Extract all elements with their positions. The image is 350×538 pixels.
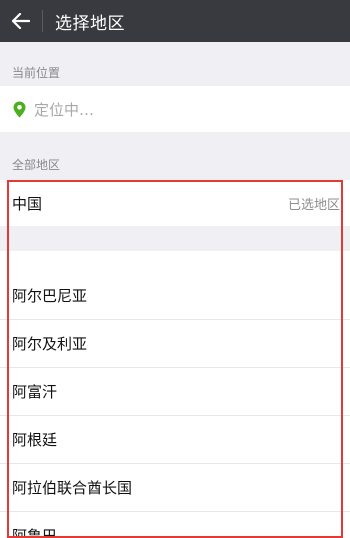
title-bar: 选择地区 bbox=[0, 0, 350, 42]
region-row-selected[interactable]: 中国 已选地区 bbox=[0, 180, 350, 226]
region-row[interactable]: 阿尔及利亚 bbox=[0, 319, 350, 367]
title-divider bbox=[42, 10, 43, 32]
country-list: 阿尔巴尼亚 阿尔及利亚 阿富汗 阿根廷 阿拉伯联合酋长国 阿鲁巴 bbox=[0, 271, 350, 538]
list-gap-strip bbox=[0, 251, 350, 271]
region-row[interactable]: 阿根廷 bbox=[0, 415, 350, 463]
arrow-left-icon bbox=[12, 13, 30, 29]
location-pin-icon bbox=[12, 100, 26, 118]
region-row[interactable]: 阿鲁巴 bbox=[0, 511, 350, 538]
list-gap bbox=[0, 226, 350, 271]
all-regions-label: 全部地区 bbox=[12, 158, 61, 172]
page-title: 选择地区 bbox=[55, 13, 125, 34]
region-name: 中国 bbox=[12, 194, 43, 213]
region-name: 阿尔及利亚 bbox=[12, 335, 88, 353]
region-name: 阿鲁巴 bbox=[12, 527, 58, 538]
region-row[interactable]: 阿富汗 bbox=[0, 367, 350, 415]
region-list: 中国 已选地区 阿尔巴尼亚 阿尔及利亚 阿富汗 阿根廷 阿拉伯联合酋长国 阿鲁巴 bbox=[0, 180, 350, 538]
back-button[interactable] bbox=[0, 0, 42, 42]
region-row[interactable]: 阿拉伯联合酋长国 bbox=[0, 463, 350, 511]
location-status-text: 定位中… bbox=[34, 100, 95, 119]
current-location-row[interactable]: 定位中… bbox=[0, 86, 350, 132]
selected-region-tag: 已选地区 bbox=[287, 197, 340, 213]
region-name: 阿根廷 bbox=[12, 431, 58, 449]
region-name: 阿尔巴尼亚 bbox=[12, 286, 88, 305]
current-location-label: 当前位置 bbox=[12, 66, 61, 80]
region-name: 阿富汗 bbox=[12, 383, 58, 401]
region-row[interactable]: 阿尔巴尼亚 bbox=[0, 271, 350, 319]
region-name: 阿拉伯联合酋长国 bbox=[12, 479, 133, 497]
